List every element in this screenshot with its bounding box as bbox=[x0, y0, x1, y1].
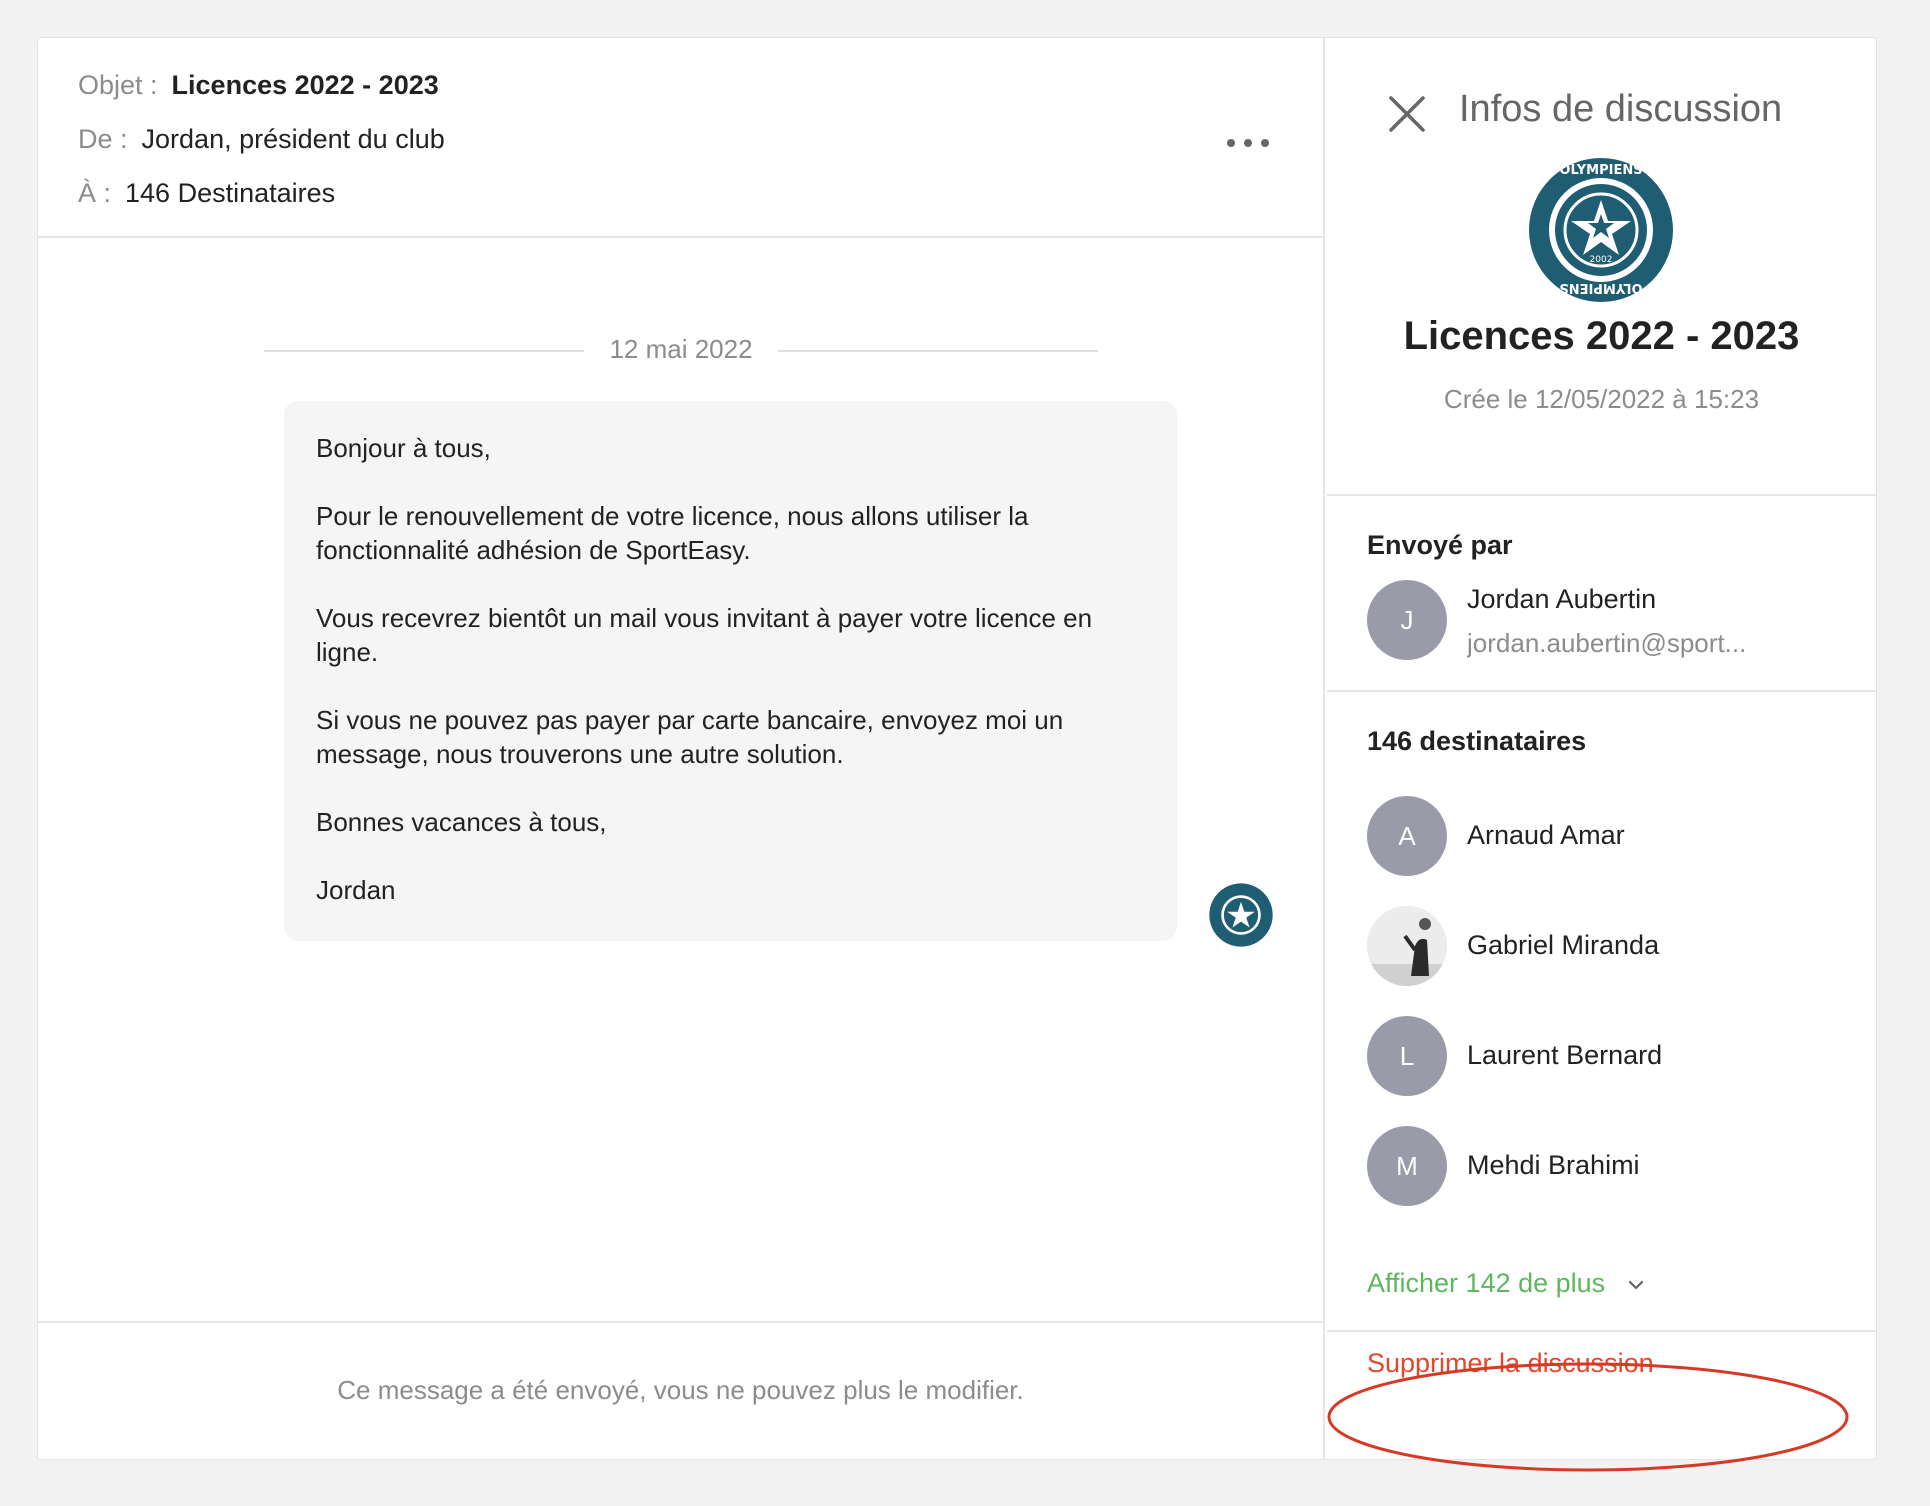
sent-notice: Ce message a été envoyé, vous ne pouvez … bbox=[337, 1375, 1024, 1405]
message-paragraph: Pour le renouvellement de votre licence,… bbox=[316, 501, 1029, 565]
date-separator: 12 mai 2022 bbox=[264, 330, 1098, 370]
recipient-item[interactable]: L Laurent Bernard bbox=[1367, 1016, 1837, 1096]
message-paragraph: Bonnes vacances à tous, bbox=[316, 807, 607, 837]
divider bbox=[1327, 494, 1876, 496]
avatar-photo bbox=[1367, 906, 1447, 986]
recipient-item[interactable]: A Arnaud Amar bbox=[1367, 796, 1837, 876]
avatar: M bbox=[1367, 1126, 1447, 1206]
chevron-down-icon bbox=[1628, 1280, 1643, 1289]
discussion-title: Licences 2022 - 2023 bbox=[1403, 314, 1800, 358]
message-paragraph: Jordan bbox=[316, 875, 396, 905]
sender-email: jordan.aubertin@sport... bbox=[1467, 628, 1747, 658]
recipient-name: Laurent Bernard bbox=[1467, 1040, 1663, 1070]
message-paragraph: Vous recevrez bientôt un mail vous invit… bbox=[316, 603, 1093, 667]
divider bbox=[1327, 1330, 1876, 1332]
discussion-window: Objet : Licences 2022 - 2023 De : Jordan, … bbox=[37, 37, 1877, 1472]
avatar: J bbox=[1367, 580, 1447, 660]
svg-text:OLYMPIENS: OLYMPIENS bbox=[1559, 163, 1642, 178]
recipient-name: Arnaud Amar bbox=[1467, 820, 1625, 850]
message-pane: Objet : Licences 2022 - 2023 De : Jordan, … bbox=[38, 38, 1325, 1459]
to-label: À : bbox=[78, 178, 112, 208]
discussion-info-panel: Infos de discussion OLYMPIENS 2002 OLYMP… bbox=[1327, 38, 1876, 1459]
panel-title: Infos de discussion bbox=[1459, 88, 1783, 130]
message-header: Objet : Licences 2022 - 2023 De : Jordan, … bbox=[38, 38, 1323, 238]
to-value[interactable]: 146 Destinataires bbox=[125, 178, 335, 208]
recipients-title: 146 destinataires bbox=[1367, 726, 1587, 756]
divider bbox=[1327, 690, 1876, 692]
message-date: 12 mai 2022 bbox=[609, 334, 753, 364]
avatar: A bbox=[1367, 796, 1447, 876]
show-more-recipients-link[interactable]: Afficher 142 de plus bbox=[1367, 1268, 1645, 1299]
recipient-item[interactable]: M Mehdi Brahimi bbox=[1367, 1126, 1837, 1206]
avatar: L bbox=[1367, 1016, 1447, 1096]
sent-by-title: Envoyé par bbox=[1367, 530, 1513, 560]
recipient-item[interactable]: Gabriel Miranda bbox=[1367, 906, 1837, 986]
user-photo-icon bbox=[1367, 906, 1447, 986]
club-logo-icon bbox=[1209, 883, 1273, 947]
message-bubble: Bonjour à tous, Pour le renouvellement d… bbox=[284, 401, 1177, 941]
from-value: Jordan, président du club bbox=[141, 124, 445, 154]
club-logo: OLYMPIENS 2002 OLYMPIENS bbox=[1529, 158, 1673, 302]
message-paragraph: Bonjour à tous, bbox=[316, 433, 491, 463]
svg-text:OLYMPIENS: OLYMPIENS bbox=[1559, 280, 1642, 295]
show-more-label: Afficher 142 de plus bbox=[1367, 1268, 1606, 1298]
subject-row: Objet : Licences 2022 - 2023 bbox=[78, 70, 439, 101]
delete-discussion-button[interactable]: Supprimer la discussion bbox=[1367, 1348, 1654, 1379]
from-row: De : Jordan, président du club bbox=[78, 124, 445, 155]
message-footer: Ce message a été envoyé, vous ne pouvez … bbox=[38, 1321, 1323, 1459]
more-horizontal-icon bbox=[1227, 139, 1235, 147]
recipient-name: Gabriel Miranda bbox=[1467, 930, 1660, 960]
sender-item[interactable]: J Jordan Aubertin jordan.aubertin@sport.… bbox=[1367, 580, 1837, 660]
message-paragraph: Si vous ne pouvez pas payer par carte ba… bbox=[316, 705, 1064, 769]
from-label: De : bbox=[78, 124, 128, 154]
subject-value: Licences 2022 - 2023 bbox=[171, 70, 439, 100]
subject-label: Objet : bbox=[78, 70, 158, 100]
svg-text:2002: 2002 bbox=[1590, 255, 1613, 265]
created-date: Crée le 12/05/2022 à 15:23 bbox=[1443, 384, 1760, 414]
more-options-button[interactable] bbox=[1223, 133, 1273, 153]
to-row[interactable]: À : 146 Destinataires bbox=[78, 178, 335, 209]
close-icon[interactable] bbox=[1387, 94, 1427, 134]
sender-name: Jordan Aubertin bbox=[1467, 584, 1657, 614]
recipient-name: Mehdi Brahimi bbox=[1467, 1150, 1640, 1180]
